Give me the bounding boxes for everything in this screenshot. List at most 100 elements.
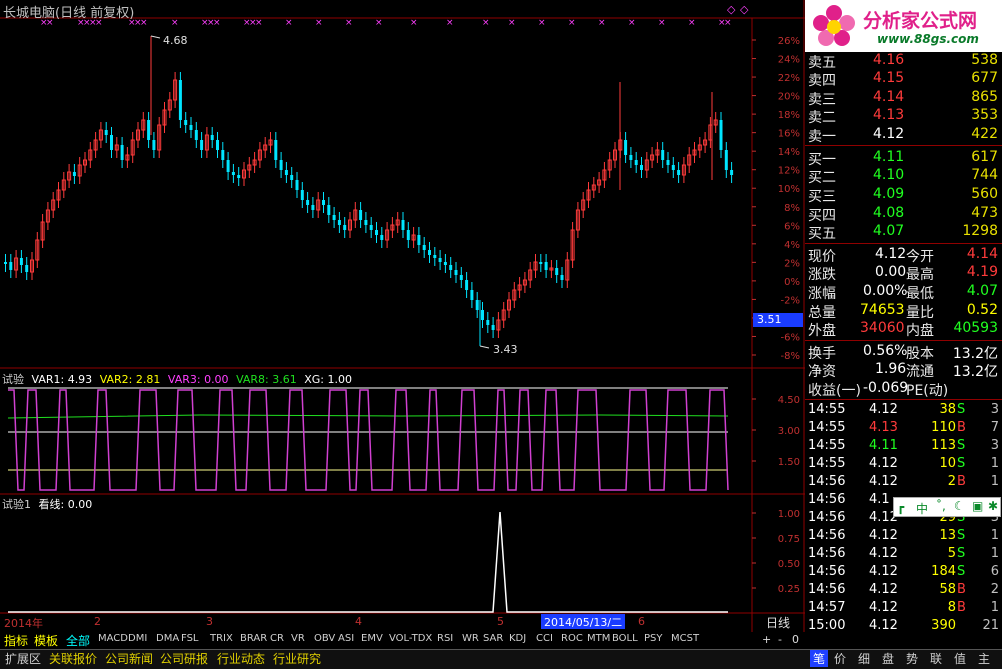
indicator-tab[interactable]: VR xyxy=(290,633,306,648)
tick-time: 14:56 xyxy=(808,564,846,579)
indicator-tab[interactable]: SAR xyxy=(482,633,504,648)
ask-row[interactable]: 卖三 4.14 865 xyxy=(805,89,1002,108)
tick-row[interactable]: 14:56 4.12 2 B 1 xyxy=(805,474,1002,492)
right-panel-tab[interactable]: 值 xyxy=(954,650,966,667)
indicator-tab[interactable]: 全部 xyxy=(65,632,91,648)
tick-count: 3 xyxy=(990,438,999,453)
tick-time: 14:55 xyxy=(808,456,846,471)
bottom-tab[interactable]: 关联报价 xyxy=(47,650,99,667)
indicator-tab[interactable]: MTM xyxy=(586,633,611,648)
ime-mode[interactable]: 中 xyxy=(916,500,928,517)
indicator-tab[interactable]: MACD xyxy=(97,633,129,648)
candle-body xyxy=(417,235,421,245)
right-panel-tab[interactable]: 势 xyxy=(906,650,918,667)
indicator-tab[interactable]: ASI xyxy=(337,633,355,648)
indicator-tab[interactable]: RSI xyxy=(436,633,454,648)
indicator-tab[interactable]: DMI xyxy=(127,633,148,648)
ime-settings-icon[interactable]: ✱ xyxy=(988,499,998,513)
right-panel-tab[interactable]: 笔 xyxy=(810,650,829,667)
tick-row[interactable]: 14:55 4.11 113 S 3 xyxy=(805,438,1002,456)
bottom-tab[interactable]: 公司新闻 xyxy=(103,650,155,667)
indicator-tab[interactable]: OBV xyxy=(313,633,336,648)
tick-row[interactable]: 14:56 4.12 58 B 2 xyxy=(805,582,1002,600)
right-panel-tab[interactable]: 盘 xyxy=(882,650,894,667)
bid-row[interactable]: 买四 4.08 473 xyxy=(805,205,1002,224)
candle-body xyxy=(221,150,225,160)
indicator-tab[interactable]: DMA xyxy=(155,633,180,648)
indicator-tab[interactable]: CR xyxy=(269,633,285,648)
bid-volume: 1298 xyxy=(962,223,998,239)
indicator-tab[interactable]: 模板 xyxy=(33,632,59,648)
indicator-tab[interactable]: KDJ xyxy=(508,633,527,648)
candle-body xyxy=(337,220,341,225)
tick-row[interactable]: 14:56 4.12 184 S 6 xyxy=(805,564,1002,582)
bid-price: 4.10 xyxy=(873,167,905,183)
indicator-tab[interactable]: CCI xyxy=(535,633,554,648)
tick-row[interactable]: 14:55 4.13 110 B 7 xyxy=(805,420,1002,438)
right-panel-tab[interactable]: 联 xyxy=(930,650,942,667)
tick-row[interactable]: 14:55 4.12 38 S 3 xyxy=(805,402,1002,420)
right-panel-tab[interactable]: 价 xyxy=(834,650,846,667)
bottom-tab[interactable]: 扩展区 xyxy=(3,650,43,667)
bid-row[interactable]: 买五 4.07 1298 xyxy=(805,223,1002,242)
right-panel-tab[interactable]: 主 xyxy=(978,650,990,667)
signal-x-marker: × xyxy=(724,18,732,28)
divider xyxy=(805,399,1002,400)
period-label[interactable]: 日线 xyxy=(766,614,790,631)
indicator-tab[interactable]: PSY xyxy=(643,633,664,648)
right-panel-tab[interactable]: 细 xyxy=(858,650,870,667)
ime-moon-icon[interactable]: ☾ xyxy=(954,499,965,513)
zoom-reset-button[interactable]: 0 xyxy=(792,633,799,646)
ime-keyboard-icon[interactable]: ▣ xyxy=(972,499,983,513)
diamond-icon[interactable]: ◇ xyxy=(727,3,735,16)
kline-chart-panel[interactable]: ×× ×××× ××× × ××× ××× × × × × × × × × × × × × × × ×× 26%24%2… xyxy=(0,0,805,632)
diamond-icon[interactable]: ◇ xyxy=(740,3,748,16)
ask-row[interactable]: 卖二 4.13 353 xyxy=(805,107,1002,126)
indicator1-header: 试验 VAR1: 4.93 VAR2: 2.81 VAR3: 0.00 VAR8… xyxy=(2,371,352,387)
percent-label: 16% xyxy=(778,129,800,140)
percent-label: -2% xyxy=(781,295,800,306)
indicator-tab[interactable]: BOLL xyxy=(611,633,639,648)
indicator-tab[interactable]: BRAR xyxy=(239,633,268,648)
candle-body xyxy=(306,200,310,205)
tick-row[interactable]: 14:56 4.12 5 S 1 xyxy=(805,546,1002,564)
indicator-tab[interactable]: MCST xyxy=(670,633,700,648)
bottom-tab[interactable]: 行业研究 xyxy=(271,650,323,667)
indicator-tab[interactable]: FSL xyxy=(180,633,200,648)
indicator-tab[interactable]: VOL-TDX xyxy=(388,633,433,648)
tick-row[interactable]: 14:56 4.12 13 S 1 xyxy=(805,528,1002,546)
candle-body xyxy=(475,300,479,310)
tick-count: 1 xyxy=(990,600,999,615)
ime-toolbar[interactable]: ┏ 中 ˚, ☾ ▣ ✱ xyxy=(893,497,1001,517)
bottom-tab[interactable]: 行业动态 xyxy=(215,650,267,667)
ask-row[interactable]: 卖四 4.15 677 xyxy=(805,70,1002,89)
zoom-out-button[interactable]: - xyxy=(778,633,782,646)
tick-row[interactable]: 15:00 4.12 390 21 xyxy=(805,618,1002,636)
candle-body xyxy=(231,172,235,175)
ime-punct-icon[interactable]: ˚, xyxy=(936,499,946,513)
candle-body xyxy=(491,325,495,330)
indicator-tab[interactable]: ROC xyxy=(560,633,584,648)
ask-row[interactable]: 卖一 4.12 422 xyxy=(805,126,1002,145)
indicator-tab[interactable]: EMV xyxy=(360,633,384,648)
indicator-tab[interactable]: 指标 xyxy=(3,632,29,648)
candle-body xyxy=(284,170,288,175)
ask-label: 卖二 xyxy=(808,110,836,126)
tick-price: 4.11 xyxy=(869,438,898,453)
tick-row[interactable]: 14:57 4.12 8 B 1 xyxy=(805,600,1002,618)
percent-label: 8% xyxy=(784,203,800,214)
bid-row[interactable]: 买三 4.09 560 xyxy=(805,186,1002,205)
indicator-tab[interactable]: WR xyxy=(461,633,480,648)
ask-row[interactable]: 卖五 4.16 538 xyxy=(805,52,1002,71)
candle-body xyxy=(449,265,453,270)
bid-row[interactable]: 买二 4.10 744 xyxy=(805,167,1002,186)
indicator1-lines xyxy=(7,387,729,491)
candle-body xyxy=(72,172,76,176)
bid-row[interactable]: 买一 4.11 617 xyxy=(805,149,1002,168)
zoom-in-button[interactable]: + xyxy=(762,633,771,646)
indicator-tab[interactable]: TRIX xyxy=(209,633,234,648)
bottom-tab[interactable]: 公司研报 xyxy=(158,650,210,667)
tick-time: 14:55 xyxy=(808,438,846,453)
indicator2-axis-label: 0.25 xyxy=(778,584,800,595)
tick-row[interactable]: 14:55 4.12 10 S 1 xyxy=(805,456,1002,474)
